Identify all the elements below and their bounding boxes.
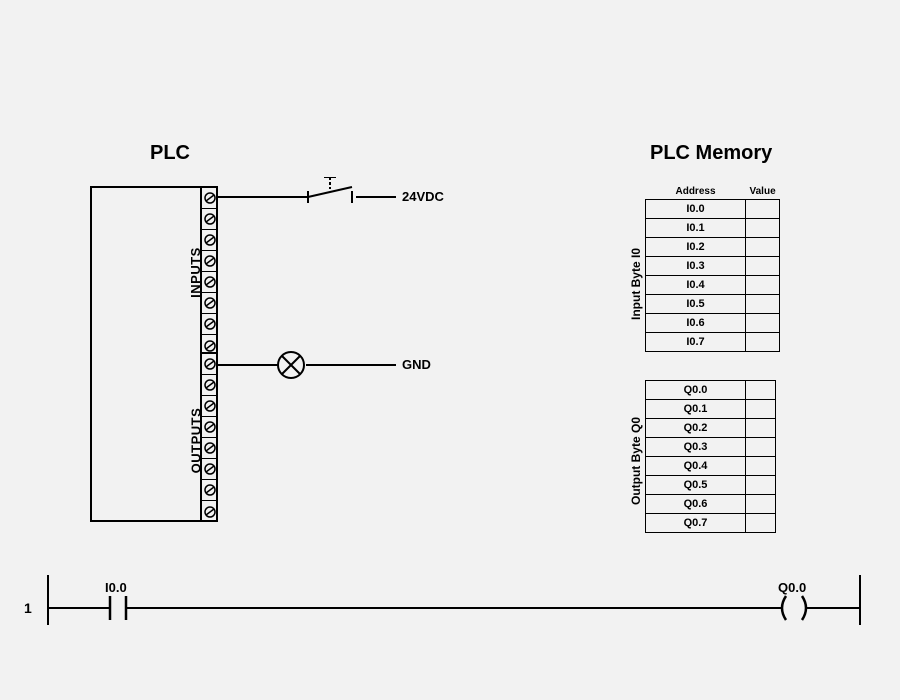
table-row: Q0.1 xyxy=(646,400,776,419)
value-cell xyxy=(746,333,780,352)
table-row: I0.0 xyxy=(646,200,780,219)
address-cell: I0.5 xyxy=(646,295,746,314)
contact-label: I0.0 xyxy=(105,580,127,595)
switch-label: 24VDC xyxy=(402,189,444,204)
value-cell xyxy=(746,438,776,457)
terminal-screw xyxy=(202,272,218,293)
terminal-screw xyxy=(202,188,218,209)
value-cell xyxy=(746,400,776,419)
address-cell: Q0.6 xyxy=(646,495,746,514)
address-cell: Q0.2 xyxy=(646,419,746,438)
table-row: Q0.3 xyxy=(646,438,776,457)
terminal-screw xyxy=(202,459,218,480)
value-cell xyxy=(746,276,780,295)
lamp-icon xyxy=(276,350,306,380)
table-row: Q0.6 xyxy=(646,495,776,514)
terminal-screw xyxy=(202,354,218,375)
col-address: Address xyxy=(646,184,746,200)
table-row: I0.5 xyxy=(646,295,780,314)
terminal-screw xyxy=(202,501,218,522)
value-cell xyxy=(746,200,780,219)
value-cell xyxy=(746,257,780,276)
value-cell xyxy=(746,295,780,314)
table-row: I0.6 xyxy=(646,314,780,333)
wire-output-2 xyxy=(306,364,396,366)
table-row: Q0.7 xyxy=(646,514,776,533)
lamp-label: GND xyxy=(402,357,431,372)
table-row: I0.7 xyxy=(646,333,780,352)
address-cell: Q0.5 xyxy=(646,476,746,495)
value-cell xyxy=(746,495,776,514)
memory-table-outputs: Q0.0Q0.1Q0.2Q0.3Q0.4Q0.5Q0.6Q0.7 xyxy=(645,380,776,533)
switch-icon xyxy=(302,177,362,205)
plc-title: PLC xyxy=(150,142,190,165)
terminal-screw xyxy=(202,396,218,417)
table-row: Q0.4 xyxy=(646,457,776,476)
inputs-label: INPUTS xyxy=(188,247,203,298)
address-cell: I0.7 xyxy=(646,333,746,352)
value-cell xyxy=(746,219,780,238)
output-byte-label: Output Byte Q0 xyxy=(629,417,643,505)
terminal-screw xyxy=(202,480,218,501)
terminal-screw xyxy=(202,209,218,230)
address-cell: Q0.4 xyxy=(646,457,746,476)
address-cell: I0.4 xyxy=(646,276,746,295)
memory-table-inputs: Address Value I0.0I0.1I0.2I0.3I0.4I0.5I0… xyxy=(645,184,780,352)
terminal-screw xyxy=(202,417,218,438)
address-cell: I0.0 xyxy=(646,200,746,219)
value-cell xyxy=(746,314,780,333)
table-row: I0.3 xyxy=(646,257,780,276)
value-cell xyxy=(746,476,776,495)
rung-number: 1 xyxy=(24,600,32,616)
wire-input-2 xyxy=(356,196,396,198)
address-cell: I0.2 xyxy=(646,238,746,257)
value-cell xyxy=(746,381,776,400)
value-cell xyxy=(746,419,776,438)
address-cell: I0.1 xyxy=(646,219,746,238)
col-value: Value xyxy=(746,184,780,200)
table-row: I0.4 xyxy=(646,276,780,295)
terminal-screw xyxy=(202,251,218,272)
table-row: Q0.2 xyxy=(646,419,776,438)
terminal-screw xyxy=(202,438,218,459)
value-cell xyxy=(746,238,780,257)
address-cell: Q0.1 xyxy=(646,400,746,419)
address-cell: Q0.0 xyxy=(646,381,746,400)
table-row: I0.2 xyxy=(646,238,780,257)
table-row: Q0.5 xyxy=(646,476,776,495)
address-cell: Q0.7 xyxy=(646,514,746,533)
address-cell: I0.6 xyxy=(646,314,746,333)
table-row: I0.1 xyxy=(646,219,780,238)
ladder-rung xyxy=(40,570,870,630)
wire-input xyxy=(218,196,308,198)
terminal-screw xyxy=(202,375,218,396)
terminal-screw xyxy=(202,314,218,335)
terminal-screw xyxy=(202,230,218,251)
address-cell: Q0.3 xyxy=(646,438,746,457)
value-cell xyxy=(746,457,776,476)
outputs-label: OUTPUTS xyxy=(188,408,203,474)
address-cell: I0.3 xyxy=(646,257,746,276)
memory-title: PLC Memory xyxy=(650,142,772,165)
terminal-screw xyxy=(202,293,218,314)
value-cell xyxy=(746,514,776,533)
table-row: Q0.0 xyxy=(646,381,776,400)
wire-output xyxy=(218,364,278,366)
input-byte-label: Input Byte I0 xyxy=(629,248,643,320)
coil-label: Q0.0 xyxy=(778,580,806,595)
